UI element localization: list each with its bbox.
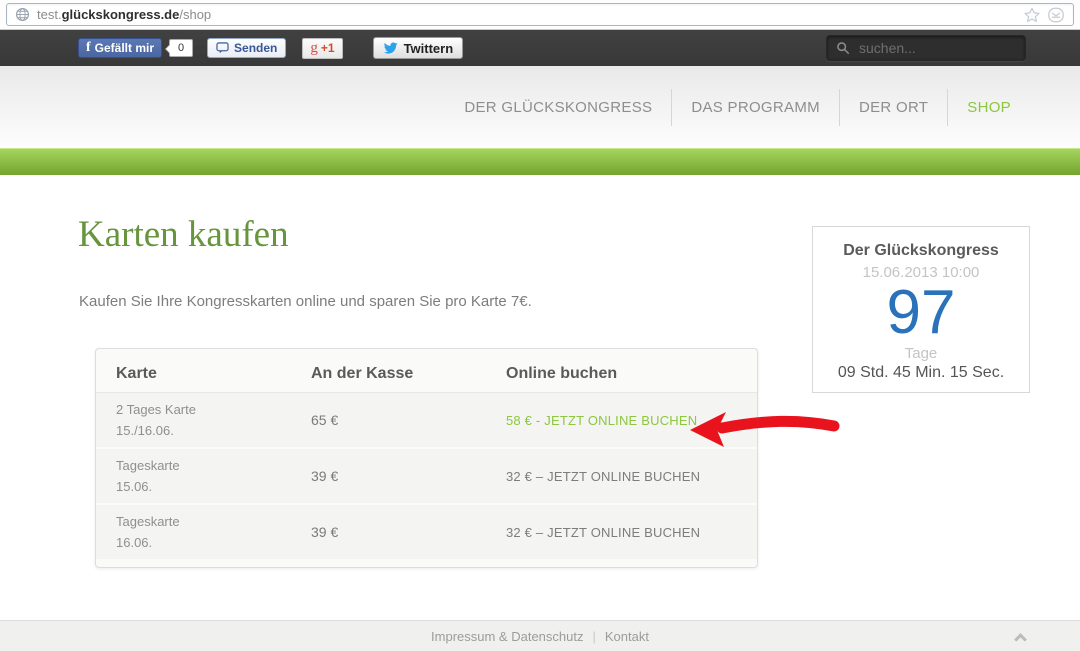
google-plus-one-button[interactable]: g +1 xyxy=(302,37,343,59)
nav-item-der-glueckskongress[interactable]: DER GLÜCKSKONGRESS xyxy=(445,89,671,126)
column-header-online: Online buchen xyxy=(506,364,618,382)
footer-separator: | xyxy=(592,628,596,644)
kasse-price: 39 € xyxy=(311,468,339,484)
footer-link-impressum[interactable]: Impressum & Datenschutz xyxy=(431,629,583,644)
twitter-label: Twittern xyxy=(403,40,454,56)
plus-one-label: +1 xyxy=(320,41,335,55)
ticket-price-table: Karte An der Kasse Online buchen 2 Tages… xyxy=(95,348,758,568)
search-input[interactable] xyxy=(857,39,1016,57)
like-count-badge: 0 xyxy=(165,39,194,57)
table-row: Tageskarte 15.06. 39 € 32 € – JETZT ONLIN… xyxy=(96,449,757,505)
bookmark-star-icon[interactable] xyxy=(1023,6,1041,24)
browser-address-bar: test.glückskongress.de/shop xyxy=(0,0,1080,30)
countdown-days-number: 97 xyxy=(886,278,956,347)
green-accent-bar xyxy=(0,148,1080,175)
url-input[interactable]: test.glückskongress.de/shop xyxy=(6,3,1074,26)
twitter-share-button[interactable]: Twittern xyxy=(372,37,464,59)
nav-item-shop[interactable]: SHOP xyxy=(947,88,1030,126)
countdown-time-left: 09 Std. 45 Min. 15 Sec. xyxy=(837,364,1005,382)
book-online-link-2tages[interactable]: 58 € - JETZT ONLINE BUCHEN xyxy=(506,413,737,428)
main-content: Karten kaufen Kaufen Sie Ihre Kongresska… xyxy=(0,175,1080,620)
column-header-kasse: An der Kasse xyxy=(311,364,414,382)
site-header: DER GLÜCKSKONGRESS DAS PROGRAMM DER ORT … xyxy=(0,66,1080,148)
facebook-send-button[interactable]: Senden xyxy=(207,38,287,58)
site-search-box xyxy=(826,35,1026,61)
send-label: Senden xyxy=(234,41,278,55)
book-online-link-16-06[interactable]: 32 € – JETZT ONLINE BUCHEN xyxy=(506,525,737,540)
intro-text: Kaufen Sie Ihre Kongresskarten online un… xyxy=(79,293,532,310)
ticket-name: Tageskarte 15.06. xyxy=(116,458,180,494)
twitter-bird-icon xyxy=(383,41,398,54)
footer-link-kontakt[interactable]: Kontakt xyxy=(605,629,649,644)
table-row: Tageskarte 16.06. 39 € 32 € – JETZT ONLIN… xyxy=(96,505,757,559)
kasse-price: 39 € xyxy=(311,524,339,540)
scroll-top-chevron-icon[interactable] xyxy=(1014,633,1027,646)
google-g-icon: g xyxy=(310,39,318,56)
nav-item-der-ort[interactable]: DER ORT xyxy=(838,88,947,126)
search-icon xyxy=(837,42,850,55)
site-footer: Impressum & Datenschutz | Kontakt xyxy=(0,620,1080,651)
table-row: 2 Tages Karte 15./16.06. 65 € 58 € - JETZ… xyxy=(96,393,757,449)
facebook-like-button[interactable]: f Gefällt mir xyxy=(78,38,163,58)
kasse-price: 65 € xyxy=(311,412,339,428)
speech-bubble-icon xyxy=(216,42,229,54)
globe-icon xyxy=(15,7,30,22)
column-header-karte: Karte xyxy=(116,364,157,382)
url-text: test.glückskongress.de/shop xyxy=(37,7,212,22)
ticket-name: 2 Tages Karte 15./16.06. xyxy=(116,402,196,438)
book-online-link-15-06[interactable]: 32 € – JETZT ONLINE BUCHEN xyxy=(506,469,737,484)
countdown-widget: Der Glückskongress 15.06.2013 10:00 97 T… xyxy=(812,226,1030,393)
envelope-icon[interactable] xyxy=(1047,6,1065,24)
social-toolbar: f Gefällt mir 0 Senden g +1 Twittern xyxy=(0,30,1080,66)
table-header-row: Karte An der Kasse Online buchen xyxy=(96,355,757,393)
ticket-name: Tageskarte 16.06. xyxy=(116,514,180,550)
countdown-days-label: Tage xyxy=(904,345,938,363)
nav-item-das-programm[interactable]: DAS PROGRAMM xyxy=(671,88,839,126)
countdown-title: Der Glückskongress xyxy=(843,242,999,259)
facebook-like-label: Gefällt mir xyxy=(94,41,155,55)
main-navigation: DER GLÜCKSKONGRESS DAS PROGRAMM DER ORT … xyxy=(445,88,1030,126)
page-title: Karten kaufen xyxy=(78,214,289,255)
facebook-f-icon: f xyxy=(86,40,91,55)
